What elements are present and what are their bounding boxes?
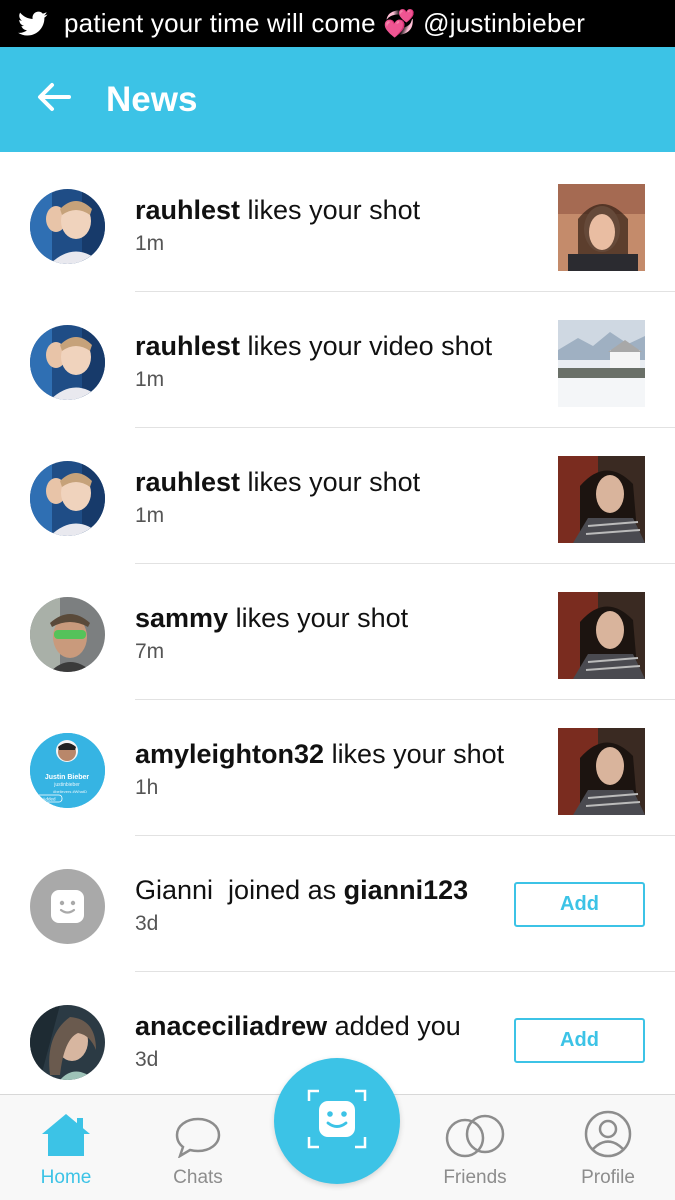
- timestamp: 1m: [135, 504, 165, 527]
- camera-smiley-icon: [297, 1079, 377, 1164]
- shot-thumbnail[interactable]: [558, 184, 645, 271]
- timestamp: 1h: [135, 776, 159, 799]
- nav-label: Chats: [173, 1167, 223, 1188]
- username[interactable]: sammy: [135, 603, 228, 633]
- camera-button[interactable]: [274, 1058, 400, 1184]
- nav-profile[interactable]: Profile: [560, 1095, 656, 1200]
- friends-circles-icon: [443, 1114, 507, 1163]
- username[interactable]: rauhlest: [135, 467, 240, 497]
- notification-text: rauhlest likes your video shot 1m: [135, 331, 515, 392]
- nav-label: Home: [40, 1167, 92, 1188]
- username[interactable]: gianni123: [344, 875, 469, 905]
- profile-icon: [584, 1110, 632, 1163]
- notification-text: sammy likes your shot 7m: [135, 603, 515, 664]
- arrow-left-icon: [37, 82, 71, 117]
- timestamp: 1m: [135, 368, 165, 391]
- list-item[interactable]: sammy likes your shot 7m: [0, 564, 675, 700]
- avatar-badge: Added: [42, 797, 56, 802]
- back-button[interactable]: [22, 68, 86, 132]
- list-item[interactable]: rauhlest likes your shot 1m: [0, 428, 675, 564]
- avatar-name: Justin Bieber: [45, 774, 90, 781]
- notification-text: amyleighton32 likes your shot 1h: [135, 739, 515, 800]
- home-icon: [40, 1112, 92, 1163]
- notification-text: Gianni joined as gianni123 3d: [135, 875, 515, 936]
- shot-thumbnail[interactable]: [558, 592, 645, 679]
- add-friend-button[interactable]: Add: [514, 1018, 645, 1063]
- timestamp: 3d: [135, 912, 159, 935]
- video-shot-thumbnail[interactable]: [558, 320, 645, 407]
- news-feed[interactable]: rauhlest likes your shot 1m rauhlest lik…: [0, 152, 675, 1094]
- notification-text: rauhlest likes your shot 1m: [135, 195, 515, 256]
- avatar[interactable]: [30, 189, 105, 264]
- list-item[interactable]: Justin Bieber justinbieber #believers #W…: [0, 700, 675, 836]
- timestamp: 1m: [135, 232, 165, 255]
- username[interactable]: rauhlest: [135, 331, 240, 361]
- status-text: patient your time will come 💞 @justinbie…: [64, 8, 586, 38]
- default-avatar[interactable]: [30, 869, 105, 944]
- shot-thumbnail[interactable]: [558, 728, 645, 815]
- chat-bubble-icon: [174, 1116, 222, 1163]
- list-item[interactable]: rauhlest likes your shot 1m: [0, 156, 675, 292]
- username[interactable]: anaceciliadrew: [135, 1011, 327, 1041]
- app-bar: News: [0, 47, 675, 152]
- avatar[interactable]: [30, 461, 105, 536]
- avatar[interactable]: [30, 1005, 105, 1080]
- nav-chats[interactable]: Chats: [150, 1095, 246, 1200]
- timestamp: 7m: [135, 640, 165, 663]
- notification-text: rauhlest likes your shot 1m: [135, 467, 515, 528]
- avatar-tag: #believers #WhatD: [53, 789, 87, 794]
- avatar[interactable]: Justin Bieber justinbieber #believers #W…: [30, 733, 105, 808]
- username[interactable]: amyleighton32: [135, 739, 324, 769]
- avatar[interactable]: [30, 597, 105, 672]
- list-item[interactable]: rauhlest likes your video shot 1m: [0, 292, 675, 428]
- twitter-bird-icon: [18, 9, 48, 39]
- nav-home[interactable]: Home: [18, 1095, 114, 1200]
- status-bar: patient your time will come 💞 @justinbie…: [0, 0, 675, 47]
- smiley-icon: [50, 889, 85, 929]
- nav-label: Profile: [581, 1167, 635, 1188]
- page-title: News: [106, 79, 198, 119]
- shot-thumbnail[interactable]: [558, 456, 645, 543]
- add-friend-button[interactable]: Add: [514, 882, 645, 927]
- nav-friends[interactable]: Friends: [427, 1095, 523, 1200]
- avatar[interactable]: [30, 325, 105, 400]
- username[interactable]: rauhlest: [135, 195, 240, 225]
- nav-label: Friends: [443, 1167, 507, 1188]
- avatar-handle: justinbieber: [53, 782, 80, 788]
